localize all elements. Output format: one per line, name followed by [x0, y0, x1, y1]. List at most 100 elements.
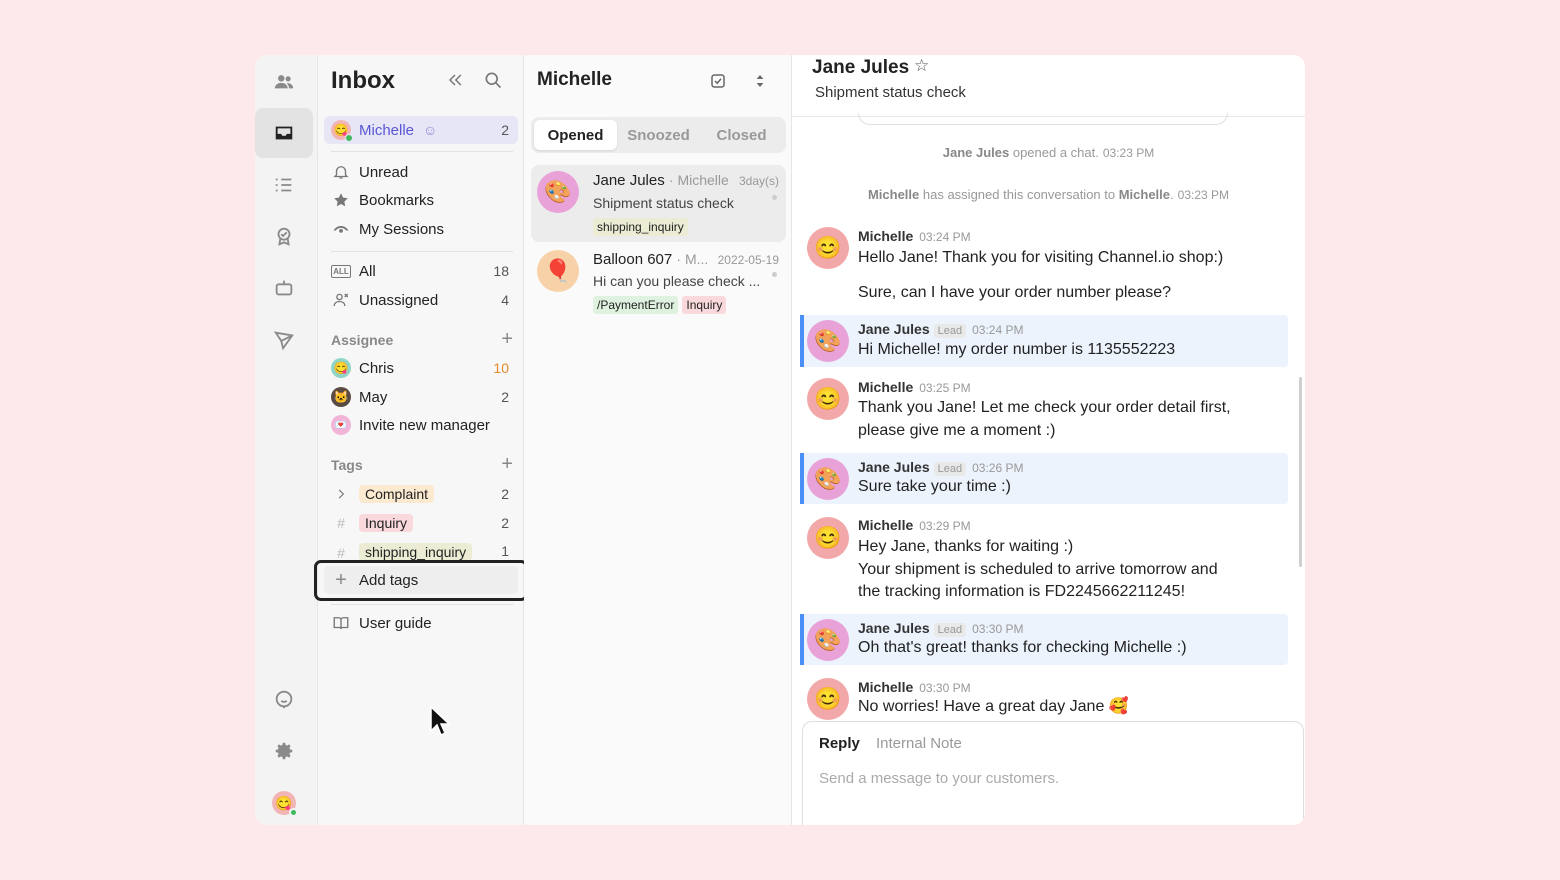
message-author: Michelle: [858, 679, 914, 695]
badge-icon[interactable]: [255, 211, 313, 261]
list-title: Michelle: [537, 69, 612, 90]
heart-icon: 💌: [331, 415, 351, 435]
message: 🎨 Jane Jules Lead 03:30 PM Oh that's great…: [800, 614, 1288, 665]
message: 🎨 Jane Jules Lead 03:26 PM Sure take your …: [800, 453, 1288, 504]
message-author: Michelle: [858, 379, 914, 395]
count-badge: 2: [501, 122, 509, 138]
collapse-icon[interactable]: [444, 69, 466, 91]
message-text: No worries! Have a great day Jane 🥰: [858, 698, 1129, 715]
hash-icon: #: [337, 515, 345, 531]
list-icon[interactable]: [255, 160, 313, 210]
message-time: 03:29 PM: [919, 519, 971, 533]
conversation-assignee: · Michelle: [668, 172, 729, 188]
assignee-section-title: Assignee: [331, 332, 394, 348]
sidebar-item-me[interactable]: 😋 Michelle ☺ 2: [324, 116, 518, 144]
message-time: 03:25 PM: [919, 381, 971, 395]
message-text: please give me a moment :): [858, 422, 1056, 439]
status-icon[interactable]: ☺: [423, 122, 437, 138]
message-time: 03:30 PM: [972, 622, 1024, 636]
sidebar-item-label: My Sessions: [359, 220, 445, 238]
sidebar-tag-inquiry[interactable]: # Inquiry 2: [324, 509, 518, 537]
user-guide-link[interactable]: User guide: [324, 609, 518, 637]
sidebar-item-my-sessions[interactable]: My Sessions: [324, 215, 518, 243]
message-input[interactable]: Send a message to your customers.: [819, 770, 1059, 787]
sidebar-item-may[interactable]: 🐱 May 2: [324, 383, 518, 411]
tab-opened[interactable]: Opened: [534, 120, 617, 150]
star-icon: [331, 190, 351, 210]
send-icon[interactable]: [255, 315, 313, 365]
count-badge: 2: [501, 486, 509, 502]
chat-subject: Shipment status check: [815, 84, 966, 101]
avatar: 🐱: [331, 387, 351, 407]
conversation-item[interactable]: 🎈 Balloon 607 · M... 2022-05-19 Hi can y…: [531, 244, 786, 321]
message-author: Jane Jules: [858, 459, 930, 475]
avatar: 😊: [807, 517, 849, 559]
inbox-icon[interactable]: [255, 108, 313, 158]
conversation-assignee: · M...: [676, 251, 709, 267]
user-avatar[interactable]: 😋: [255, 778, 313, 825]
tab-snoozed[interactable]: Snoozed: [617, 120, 700, 150]
message: 😊 Michelle 03:24 PM Hello Jane! Thank you…: [800, 221, 1288, 309]
avatar: 😊: [807, 678, 849, 720]
inbox-sidebar: Inbox 😋 Michelle ☺ 2 Unread Bookmarks My…: [314, 55, 528, 825]
add-tags-button[interactable]: + Add tags: [324, 566, 518, 594]
sort-icon[interactable]: [750, 71, 770, 91]
book-icon: [331, 613, 351, 633]
sidebar-item-label: Unread: [359, 163, 409, 181]
add-assignee-icon[interactable]: +: [501, 329, 513, 349]
star-icon[interactable]: ☆: [914, 56, 929, 76]
support-icon[interactable]: [255, 674, 313, 724]
tag-label: Inquiry: [682, 296, 727, 314]
sidebar-item-bookmarks[interactable]: Bookmarks: [324, 186, 518, 214]
sidebar-item-label: Invite new manager: [359, 416, 490, 434]
conversation-preview: Hi can you please check ...: [593, 273, 761, 289]
scrollbar[interactable]: [1299, 377, 1302, 567]
avatar: 😊: [807, 227, 849, 269]
sidebar-tag-shipping-inquiry[interactable]: # shipping_inquiry 1: [324, 538, 518, 560]
tab-internal-note[interactable]: Internal Note: [876, 735, 962, 752]
avatar: 😋: [331, 120, 353, 142]
contact-name: Jane Jules: [812, 57, 910, 78]
conversation-item[interactable]: 🎨 Jane Jules · Michelle 3day(s) Shipment…: [531, 165, 786, 242]
message-time: 03:26 PM: [972, 461, 1024, 475]
previous-card-edge: [858, 113, 1228, 125]
sidebar-item-unassigned[interactable]: Unassigned 4: [324, 286, 518, 314]
sidebar-item-all[interactable]: ALL All 18: [324, 257, 518, 285]
sidebar-tag-complaint[interactable]: Complaint 2: [324, 480, 518, 508]
message-text: the tracking information is FD2245662211…: [858, 583, 1186, 600]
sidebar-item-chris[interactable]: 😋 Chris 10: [324, 354, 518, 382]
message-author: Jane Jules: [858, 620, 930, 636]
message-text: Sure take your time :): [858, 478, 1011, 495]
checkbox-icon[interactable]: [708, 71, 728, 91]
lead-badge: Lead: [933, 623, 967, 637]
chat-header: Jane Jules ☆ Shipment status check: [792, 55, 1305, 117]
message-time: 03:24 PM: [919, 230, 971, 244]
all-icon: ALL: [331, 264, 351, 278]
avatar: 😊: [807, 378, 849, 420]
tags-section-title: Tags: [331, 457, 363, 473]
sidebar-item-label: All: [359, 262, 376, 280]
sidebar-item-unread[interactable]: Unread: [324, 158, 518, 186]
search-icon[interactable]: [482, 69, 504, 91]
sidebar-item-label: May: [359, 388, 388, 406]
settings-icon[interactable]: [255, 726, 313, 776]
contacts-icon[interactable]: [255, 57, 313, 107]
system-message: Michelle has assigned this conversation …: [867, 187, 1230, 202]
tab-reply[interactable]: Reply: [819, 735, 860, 752]
add-tag-icon[interactable]: +: [501, 454, 513, 474]
chat-panel: Jane Jules ☆ Shipment status check Jane …: [792, 55, 1305, 825]
count-badge: 18: [493, 263, 509, 279]
bot-icon[interactable]: [255, 263, 313, 313]
message-text: Oh that's great! thanks for checking Mic…: [858, 639, 1187, 656]
message-text: Hey Jane, thanks for waiting :): [858, 538, 1074, 555]
sidebar-item-invite[interactable]: 💌 Invite new manager: [324, 411, 518, 439]
count-badge: 4: [501, 292, 509, 308]
message-composer: Reply Internal Note Send a message to yo…: [802, 721, 1304, 825]
avatar: 🎨: [807, 458, 849, 500]
count-badge: 2: [501, 515, 509, 531]
message-author: Jane Jules: [858, 321, 930, 337]
sidebar-item-label: Add tags: [359, 571, 419, 589]
sidebar-item-label: Michelle: [359, 121, 415, 139]
chevron-right-icon[interactable]: [331, 484, 351, 504]
tab-closed[interactable]: Closed: [700, 120, 783, 150]
